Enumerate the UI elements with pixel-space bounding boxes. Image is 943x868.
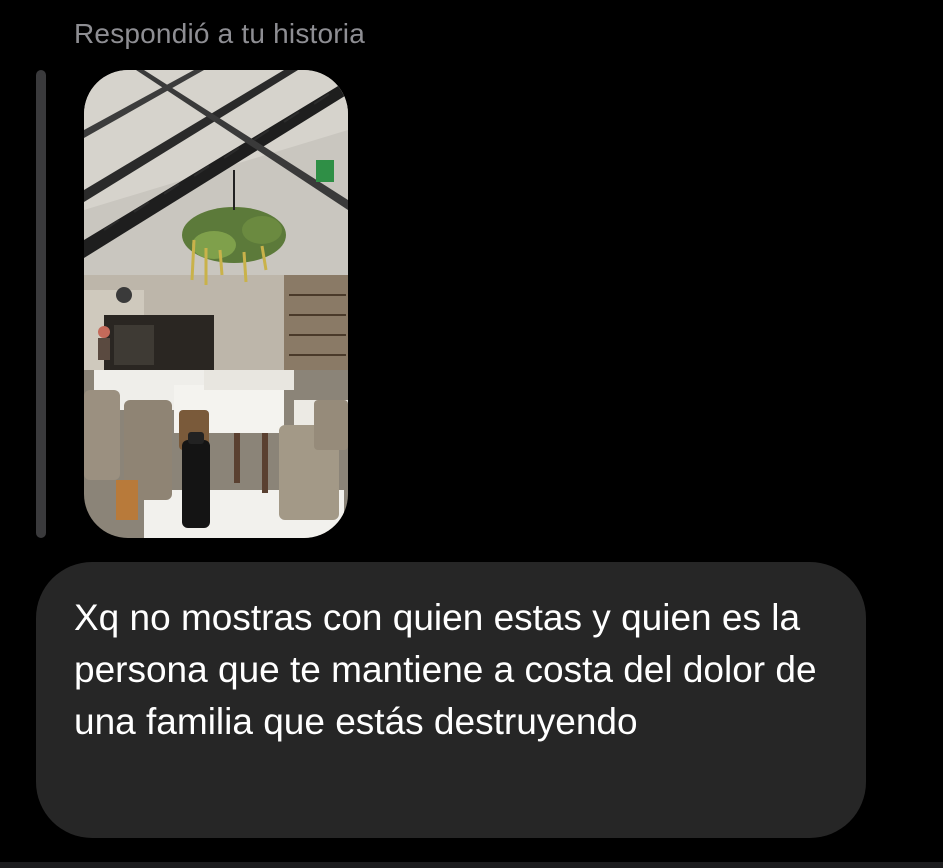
bottom-divider <box>0 862 943 868</box>
story-image-restaurant-interior <box>84 70 348 538</box>
message-bubble[interactable]: Xq no mostras con quien estas y quien es… <box>36 562 866 838</box>
reply-context-label: Respondió a tu historia <box>74 18 365 49</box>
message-text: Xq no mostras con quien estas y quien es… <box>74 597 817 742</box>
reply-quote-bar <box>36 70 46 538</box>
story-preview-thumbnail[interactable] <box>84 70 348 538</box>
